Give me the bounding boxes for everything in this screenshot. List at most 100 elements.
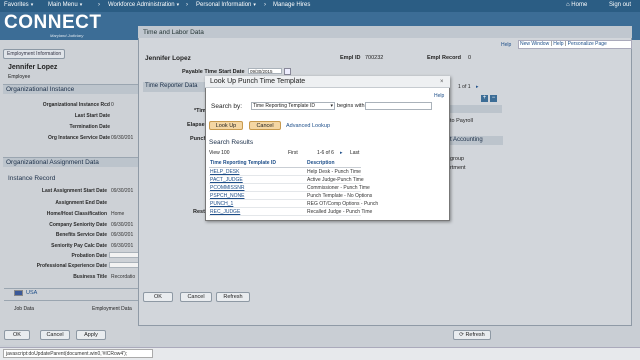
advanced-lookup-link[interactable]: Advanced Lookup (286, 123, 330, 129)
probation-date-input[interactable] (109, 252, 139, 258)
window-links: New Window | Help | Personalize Page (520, 41, 607, 47)
reporter-section-header: Time Reporter Data (145, 83, 198, 89)
help-link[interactable]: Help (553, 41, 563, 47)
tl-employee-name: Jennifer Lopez (145, 55, 191, 62)
label-fragment: Rest (193, 209, 205, 215)
template-id-link[interactable]: PUNCH_1 (210, 200, 233, 208)
field-value: 09/30/201 (111, 243, 134, 249)
field-label: Home/Host Classification (46, 211, 107, 217)
table-row[interactable]: PSPCH_NONE Punch Template - No Options (209, 192, 372, 200)
table-row[interactable]: HELP_DESK Help Desk - Punch Time (209, 168, 361, 176)
template-description: Help Desk - Punch Time (307, 169, 361, 175)
employment-data-link[interactable]: Employment Data (92, 306, 132, 312)
template-description: Active Judge-Punch Time (307, 177, 364, 183)
field-value: Home (111, 211, 125, 217)
search-by-select[interactable]: Time Reporting Template ID ▾ (251, 102, 335, 110)
field-label: Termination Date (69, 124, 110, 130)
employee-name: Jennifer Lopez (8, 64, 58, 71)
manage-hires-menu[interactable]: Manage Hires (273, 2, 310, 8)
group-fragment: group (450, 156, 465, 162)
professional-experience-input[interactable] (109, 262, 139, 268)
field-value: 09/30/201 (111, 135, 134, 141)
tl-cancel-button[interactable]: Cancel (180, 292, 212, 302)
field-label: Seniority Pay Calc Date (51, 243, 107, 249)
job-data-link[interactable]: Job Data (14, 306, 34, 312)
template-description: Commissioner - Punch Time (307, 185, 370, 191)
chevron-down-icon: ▾ (176, 2, 180, 8)
cancel-button[interactable]: Cancel (40, 330, 70, 340)
view-100-link[interactable]: View 100 (209, 150, 229, 156)
nav-separator: › (264, 2, 266, 8)
home-link[interactable]: ⌂ Home (566, 2, 587, 8)
field-label: Organizational Instance Rcd (42, 102, 110, 108)
search-results-title: Search Results (209, 139, 254, 146)
empl-id-label: Empl ID (340, 55, 361, 61)
first-link[interactable]: First (288, 150, 298, 156)
template-id-link[interactable]: HELP_DESK (210, 168, 239, 176)
template-id-link[interactable]: REC_JUDGE (210, 208, 240, 216)
field-label: Business Title (73, 274, 107, 280)
field-label: Company Seniority Date (49, 222, 107, 228)
country-label: USA (26, 290, 38, 296)
close-icon[interactable]: × (440, 79, 444, 85)
instance-record-title: Instance Record (8, 175, 56, 182)
table-row[interactable]: REC_JUDGE Recalled Judge - Punch Time (209, 208, 372, 216)
field-label: Professional Experience Date (36, 263, 107, 269)
modal-help-link[interactable]: Help (434, 93, 444, 99)
template-description: Recalled Judge - Punch Time (307, 209, 373, 215)
field-label: Last Assignment Start Date (41, 188, 107, 194)
delete-row-icon[interactable]: − (490, 95, 497, 102)
department-fragment: rtment (450, 165, 466, 171)
ok-button[interactable]: OK (4, 330, 30, 340)
nav-separator: › (186, 2, 188, 8)
payable-date-input[interactable]: 09/30/2015 (248, 68, 282, 74)
table-row[interactable]: PUNCH_1 REG OT/Comp Options - Punch (209, 200, 378, 208)
range-text: 1-6 of 6 (317, 150, 334, 156)
org-instance-header: Organizational Instance (3, 84, 139, 94)
favorites-menu[interactable]: Favorites ▾ (4, 2, 33, 8)
personal-info-menu[interactable]: Personal Information ▾ (196, 2, 256, 8)
divider (4, 288, 138, 289)
template-description: REG OT/Comp Options - Punch (307, 201, 379, 207)
chevron-down-icon: ▾ (253, 2, 256, 8)
col-header-template-id[interactable]: Time Reporting Template ID (210, 160, 276, 166)
empl-id-value: 700232 (365, 55, 384, 61)
chevron-down-icon: ▾ (30, 2, 34, 8)
refresh-button[interactable]: ⟳ Refresh (453, 330, 491, 340)
signout-link[interactable]: Sign out (609, 2, 631, 8)
template-id-link[interactable]: PSPCH_NONE (210, 192, 244, 200)
apply-button[interactable]: Apply (76, 330, 106, 340)
tl-ok-button[interactable]: OK (143, 292, 173, 302)
modal-cancel-button[interactable]: Cancel (249, 121, 281, 130)
connect-logo: CONNECT (4, 12, 102, 33)
top-nav-bar: Favorites ▾ Main Menu ▾ › Workforce Admini… (0, 0, 640, 12)
payable-date-label: Payable Time Start Date (182, 69, 245, 75)
home-icon: ⌂ (566, 2, 570, 8)
empl-record-label: Empl Record (427, 55, 461, 61)
tab-employment-information[interactable]: Employment Information (3, 49, 66, 59)
search-by-label: Search by: (211, 103, 243, 110)
refresh-icon: ⟳ (459, 332, 464, 338)
template-id-link[interactable]: PCOMMISSNR (210, 184, 244, 192)
begins-with-label: begins with (337, 103, 365, 109)
new-window-link[interactable]: New Window (520, 41, 549, 47)
last-link[interactable]: Last (350, 150, 359, 156)
tl-help-link[interactable]: Help (501, 42, 511, 48)
status-url: javascript:doUpdateParent(document.win0,… (3, 349, 153, 358)
search-value-input[interactable] (365, 102, 432, 110)
next-arrow-icon[interactable]: ▸ (340, 150, 343, 156)
calendar-icon[interactable] (284, 68, 291, 75)
table-row[interactable]: PACT_JUDGE Active Judge-Punch Time (209, 176, 364, 184)
label-fragment: Elapse (187, 122, 205, 128)
personalize-page-link[interactable]: Personalize Page (568, 41, 607, 47)
table-row[interactable]: PCOMMISSNR Commissioner - Punch Time (209, 184, 370, 192)
col-header-description[interactable]: Description (307, 160, 335, 166)
tl-refresh-button[interactable]: Refresh (216, 292, 250, 302)
add-row-icon[interactable]: + (481, 95, 488, 102)
main-menu[interactable]: Main Menu ▾ (48, 2, 82, 8)
workforce-menu[interactable]: Workforce Administration ▾ (108, 2, 179, 8)
next-arrow-icon[interactable]: ▸ (476, 84, 479, 90)
empl-record-value: 0 (468, 55, 472, 61)
template-id-link[interactable]: PACT_JUDGE (210, 176, 243, 184)
lookup-button[interactable]: Look Up (209, 121, 243, 130)
